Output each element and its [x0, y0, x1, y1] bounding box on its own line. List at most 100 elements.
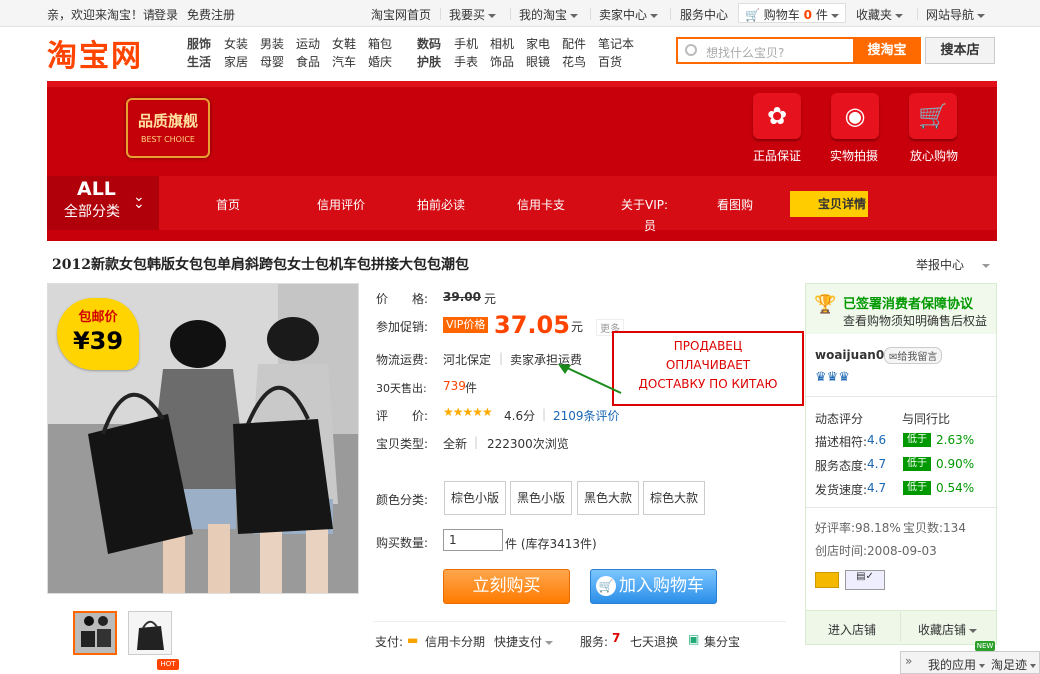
seller-name[interactable]: woaijuan0: [815, 348, 884, 362]
category-link[interactable]: 手表: [454, 53, 478, 70]
annotation-box: ПРОДАВЕЦ ОПЛАЧИВАЕТ ДОСТАВКУ ПО КИТАЮ: [612, 331, 804, 406]
nav-must-read[interactable]: 拍前必读: [417, 196, 465, 213]
nav-about-vip[interactable]: 关于VIP:: [621, 196, 668, 213]
category-link[interactable]: 婚庆: [368, 53, 392, 70]
sku-option[interactable]: 棕色小版: [444, 481, 507, 515]
cart-unit: 件: [815, 8, 828, 22]
id-verified-icon: ▤✓: [845, 570, 885, 590]
footprints-menu[interactable]: 淘足迹: [991, 656, 1037, 673]
safe-shopping-label: 放心购物: [910, 149, 959, 163]
taobao-logo[interactable]: 淘宝网: [47, 31, 143, 75]
register-link[interactable]: 免费注册: [187, 6, 235, 23]
taobao-home-link[interactable]: 淘宝网首页: [371, 6, 431, 23]
enter-shop-button[interactable]: 进入店铺: [828, 621, 876, 638]
metric-below-tag: 低于: [903, 457, 931, 471]
metric-below-tag: 低于: [903, 481, 931, 495]
category-group-label[interactable]: 护肤: [417, 53, 441, 70]
category-link[interactable]: 箱包: [368, 35, 392, 52]
metric-percent: 0.54%: [936, 481, 975, 495]
credit-card-icon: [815, 572, 839, 588]
price-unit: 元: [484, 292, 497, 306]
credit-card-icon: ▬: [407, 633, 419, 647]
search-taobao-button[interactable]: 搜淘宝: [853, 37, 921, 64]
divider: [806, 396, 996, 397]
favorites-menu[interactable]: 收藏夹: [856, 6, 904, 23]
category-link[interactable]: 母婴: [260, 53, 284, 70]
nav-item-details[interactable]: 宝贝详情: [790, 191, 868, 217]
chevron-down-icon: [545, 640, 554, 645]
quantity-input[interactable]: 1: [443, 529, 503, 551]
sku-option[interactable]: 黑色大款: [577, 481, 640, 515]
buy-menu[interactable]: 我要买: [449, 6, 497, 23]
nav-credit-card[interactable]: 信用卡支: [517, 196, 565, 213]
nav-about-vip-wrap[interactable]: 员: [644, 217, 656, 234]
login-link[interactable]: 登录: [154, 6, 178, 23]
nav-image-shopping[interactable]: 看图购: [717, 196, 753, 213]
cart-button[interactable]: 🛒 购物车 0 件: [738, 3, 846, 23]
metric-label: 描述相符:: [815, 435, 868, 449]
original-price: 39.00: [443, 290, 481, 304]
sku-option[interactable]: 棕色大款: [643, 481, 706, 515]
annotation-line: ДОСТАВКУ ПО КИТАЮ: [638, 377, 778, 391]
category-group-label[interactable]: 服饰: [187, 35, 211, 52]
buy-now-button[interactable]: 立刻购买: [443, 569, 570, 604]
category-link[interactable]: 食品: [296, 53, 320, 70]
seller-center-label: 卖家中心: [599, 8, 648, 22]
category-group-label[interactable]: 生活: [187, 53, 211, 70]
category-link[interactable]: 男装: [260, 35, 284, 52]
my-apps-menu[interactable]: 我的应用: [928, 656, 986, 673]
category-link[interactable]: 女鞋: [332, 35, 356, 52]
report-center-link[interactable]: 举报中心: [916, 256, 990, 273]
annotation-line: ОПЛАЧИВАЕТ: [665, 358, 751, 372]
leave-message-button[interactable]: ✉给我留言: [884, 347, 943, 364]
favorite-shop-button[interactable]: 收藏店铺: [918, 621, 978, 638]
sku-option[interactable]: 黑色小版: [510, 481, 573, 515]
credit-installment-link[interactable]: 信用卡分期: [425, 633, 485, 650]
nav-home[interactable]: 首页: [216, 196, 240, 213]
my-taobao-menu[interactable]: 我的淘宝: [519, 6, 579, 23]
collapse-icon[interactable]: »: [905, 654, 912, 668]
chevron-down-icon: [981, 263, 990, 268]
category-link[interactable]: 相机: [490, 35, 514, 52]
category-link[interactable]: 女装: [224, 35, 248, 52]
stamp-label: 包邮价: [78, 310, 118, 325]
protection-title: 已签署消费者保障协议: [843, 297, 974, 312]
quick-pay-menu[interactable]: 快捷支付: [494, 633, 554, 650]
category-link[interactable]: 百货: [598, 53, 622, 70]
thumbnail-2[interactable]: [128, 611, 172, 655]
thumbnail-image: [137, 620, 164, 650]
category-group-label[interactable]: 数码: [417, 35, 441, 52]
category-link[interactable]: 眼镜: [526, 53, 550, 70]
category-link[interactable]: 家居: [224, 53, 248, 70]
category-link[interactable]: 配件: [562, 35, 586, 52]
metric-score: 4.7: [867, 457, 887, 471]
category-link[interactable]: 饰品: [490, 53, 514, 70]
all-categories-button[interactable]: ALL 全部分类 ⌄ ⌄: [47, 176, 159, 230]
category-link[interactable]: 家电: [526, 35, 550, 52]
thumbnail-1[interactable]: [73, 611, 117, 655]
search-shop-button[interactable]: 搜本店: [925, 37, 995, 64]
all-categories-label: 全部分类: [64, 204, 120, 220]
site-nav-menu[interactable]: 网站导航: [926, 6, 986, 23]
compare-label: 与同行比: [902, 412, 951, 426]
service-center-link[interactable]: 服务中心: [680, 6, 728, 23]
category-link[interactable]: 花鸟: [562, 53, 586, 70]
bottom-toolbar: » 我的应用 淘足迹: [900, 651, 1040, 674]
search-input[interactable]: 想找什么宝贝?: [676, 37, 853, 64]
dynamic-score-label: 动态评分: [815, 412, 864, 426]
annotation-line: ПРОДАВЕЦ: [673, 339, 743, 353]
cart-icon: 🛒: [745, 8, 760, 22]
footprints-label: 淘足迹: [991, 658, 1028, 672]
vip-price-tag: VIP价格: [443, 317, 489, 333]
category-link[interactable]: 运动: [296, 35, 320, 52]
cart-label: 购物车: [763, 8, 800, 22]
report-center-label: 举报中心: [916, 258, 965, 272]
category-link[interactable]: 笔记本: [598, 35, 634, 52]
seller-center-menu[interactable]: 卖家中心: [599, 6, 659, 23]
nav-credit-rating[interactable]: 信用评价: [317, 196, 365, 213]
all-categories-title: ALL: [77, 178, 116, 200]
category-link[interactable]: 手机: [454, 35, 478, 52]
shopping-cart-icon: 🛒: [909, 93, 957, 139]
review-count-link[interactable]: 2109条评价: [553, 407, 620, 424]
category-link[interactable]: 汽车: [332, 53, 356, 70]
